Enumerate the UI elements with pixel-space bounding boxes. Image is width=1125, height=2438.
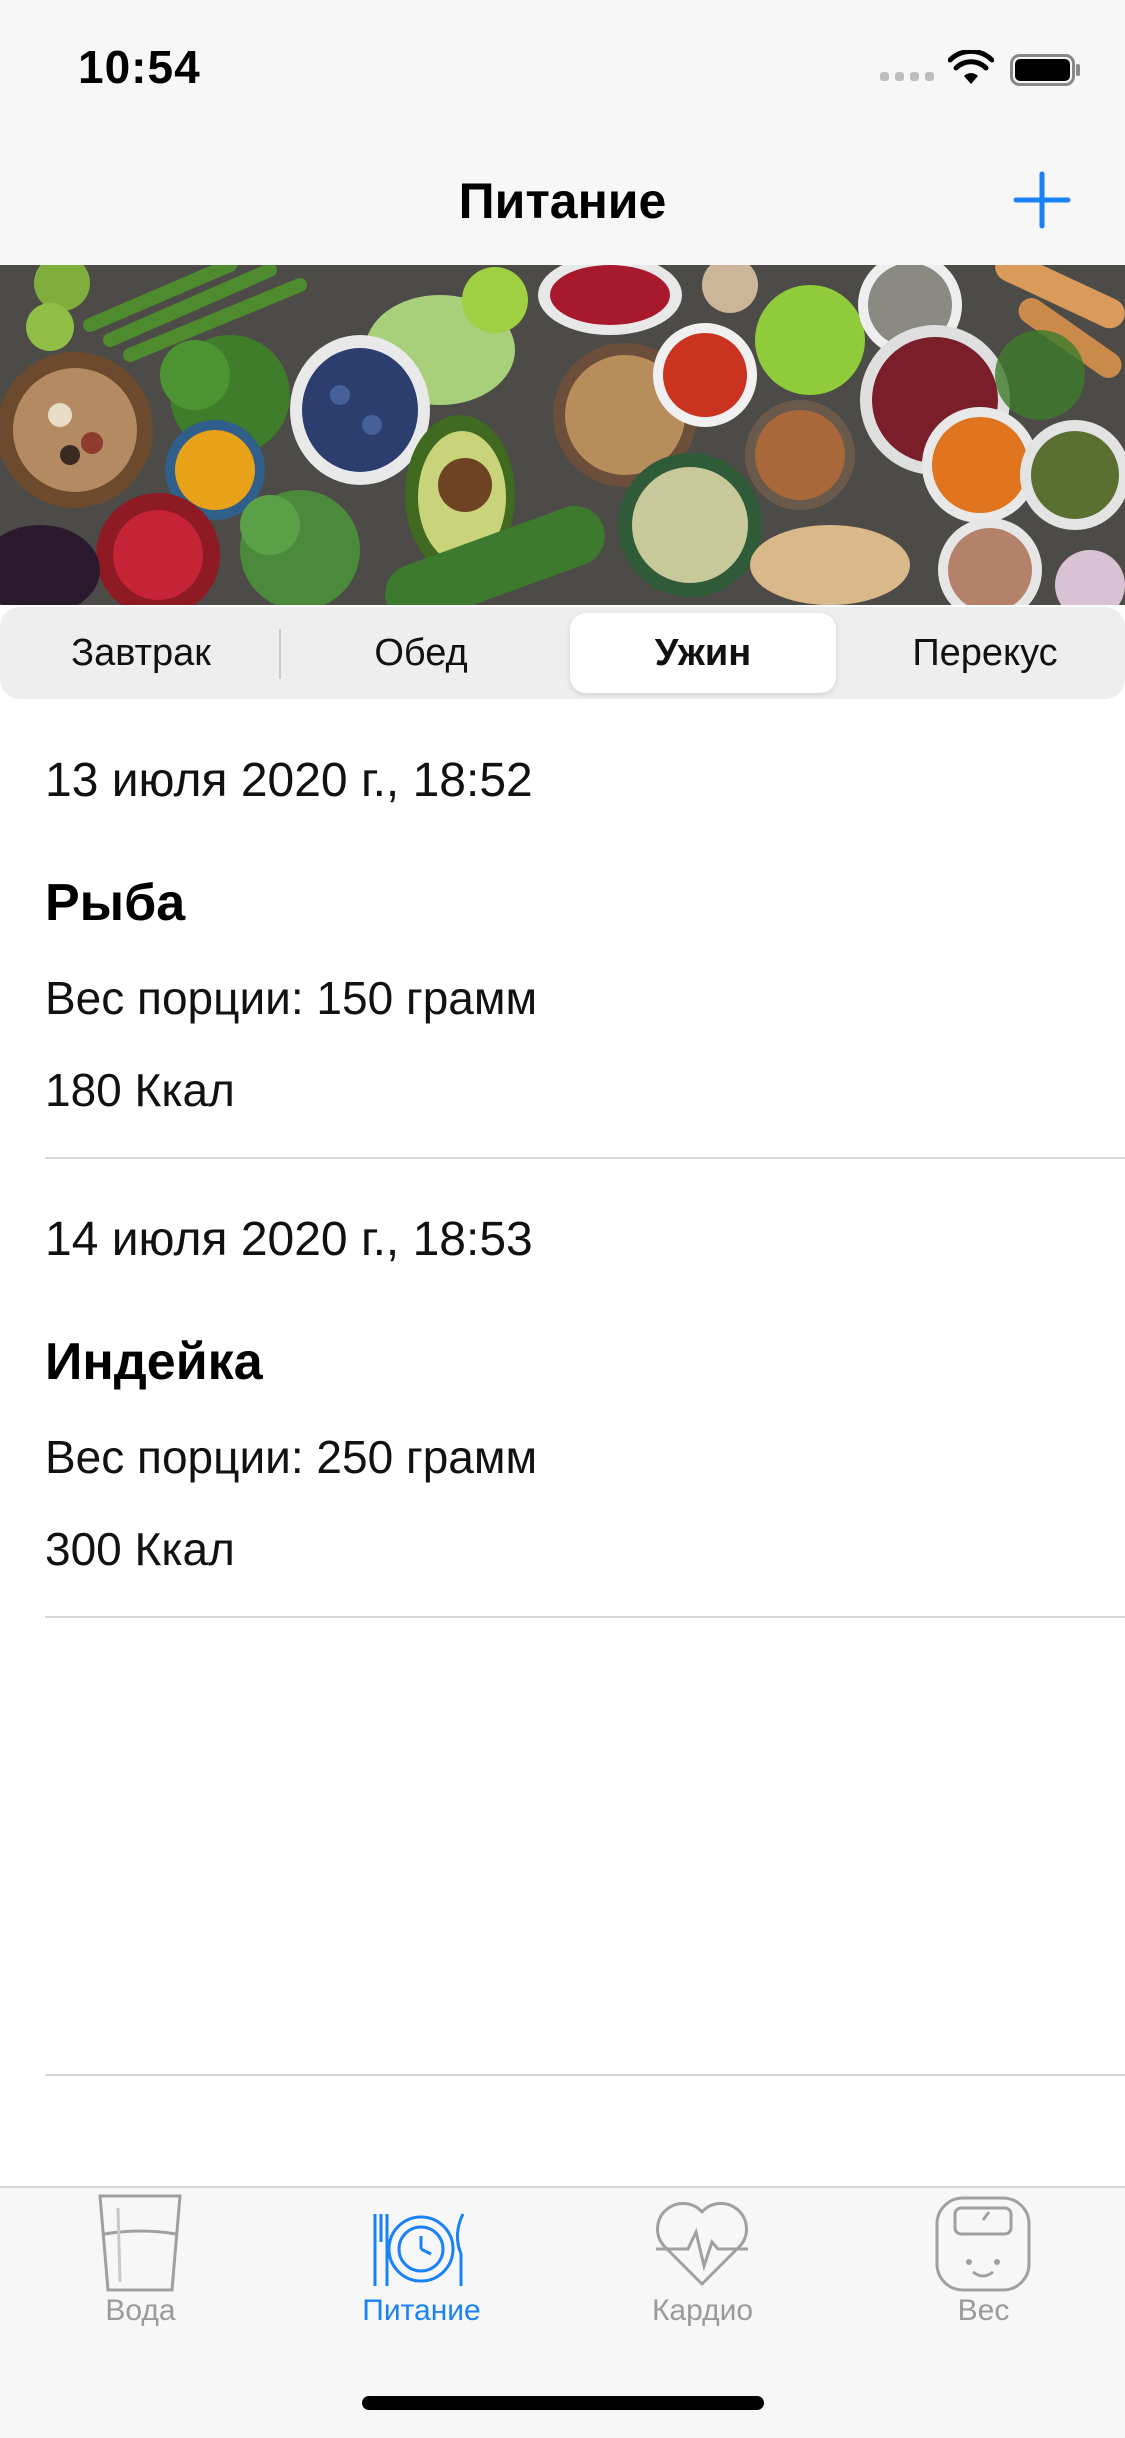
entry-calories: 300 Ккал (45, 1523, 235, 1575)
entry-calories: 180 Ккал (45, 1064, 235, 1116)
segment-breakfast[interactable]: Завтрак (8, 613, 274, 693)
entry-date: 14 июля 2020 г., 18:53 (45, 1213, 533, 1266)
tab-label: Кардио (651, 2294, 754, 2327)
tab-nutrition[interactable]: Питание (281, 2188, 562, 2338)
tab-label: Вес (957, 2294, 1010, 2327)
home-indicator[interactable] (362, 2396, 764, 2410)
water-glass-icon (98, 2194, 182, 2292)
segment-lunch[interactable]: Обед (288, 613, 554, 693)
tab-weight[interactable]: Вес (843, 2188, 1124, 2338)
row-separator (45, 1616, 1125, 1618)
plate-icon (373, 2213, 465, 2286)
entry-portion-weight: Вес порции: 150 грамм (45, 972, 538, 1024)
entry-food-name: Рыба (45, 874, 186, 932)
tab-label: Питание (362, 2294, 481, 2327)
tab-label: Вода (105, 2294, 176, 2327)
list-item[interactable]: 14 июля 2020 г., 18:53 Индейка Вес порци… (0, 1160, 1125, 1615)
entry-portion-weight: Вес порции: 250 грамм (45, 1431, 538, 1483)
tab-water[interactable]: Вода (0, 2188, 281, 2338)
entry-date: 13 июля 2020 г., 18:52 (45, 754, 533, 807)
status-time: 10:54 (78, 41, 201, 93)
list-item[interactable]: 13 июля 2020 г., 18:52 Рыба Вес порции: … (0, 705, 1125, 1160)
tab-cardio[interactable]: Кардио (562, 2188, 843, 2338)
row-separator (45, 1157, 1125, 1159)
cellular-signal-icon (880, 72, 934, 82)
status-bar: 10:54 (0, 0, 1125, 130)
meal-type-segmented-control: Завтрак Обед Ужин Перекус (0, 605, 1125, 702)
navigation-bar: Питание (0, 130, 1125, 265)
segment-divider (279, 629, 281, 679)
plus-icon (1013, 171, 1071, 229)
segmented-control-track: Завтрак Обед Ужин Перекус (0, 607, 1125, 699)
scale-icon (935, 2196, 1031, 2292)
entry-food-name: Индейка (45, 1333, 263, 1391)
food-banner-image (0, 265, 1125, 605)
add-button[interactable] (1010, 168, 1074, 232)
segment-snack[interactable]: Перекус (852, 613, 1118, 693)
battery-icon (1010, 54, 1080, 86)
page-title: Питание (458, 173, 667, 229)
heart-pulse-icon (656, 2202, 748, 2286)
segment-dinner[interactable]: Ужин (570, 613, 836, 693)
wifi-icon (948, 50, 994, 84)
row-separator (45, 2074, 1125, 2076)
